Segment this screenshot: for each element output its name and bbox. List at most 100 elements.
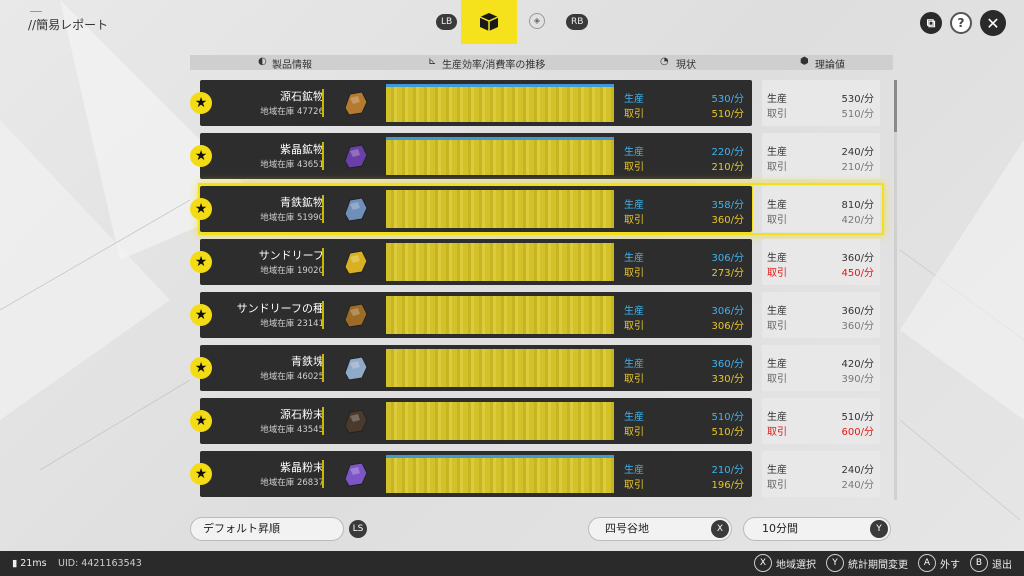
product-card[interactable]: サンドリーフの種 地域在庫 23141 生産 取引 306/分 306/分	[200, 292, 752, 338]
theory-produce-value: 510/分	[841, 412, 874, 423]
product-card[interactable]: 紫晶鉱物 地域在庫 43651 生産 取引 220/分 210/分	[200, 133, 752, 179]
item-icon	[344, 356, 368, 381]
theory-produce-label: 生産	[767, 412, 787, 423]
top-right-actions: ⧉ ? ✕	[920, 10, 1006, 36]
current-produce-label: 生産	[624, 94, 644, 105]
pie-icon: ◔	[660, 56, 669, 67]
product-name: サンドリーフの種	[236, 302, 324, 315]
theory-take-value: 600/分	[841, 427, 874, 438]
theory-produce-value: 420/分	[841, 359, 874, 370]
current-produce-value: 510/分	[711, 412, 744, 423]
theory-produce-value: 360/分	[841, 306, 874, 317]
period-selector[interactable]: 10分間 Y	[743, 517, 891, 541]
current-produce-label: 生産	[624, 412, 644, 423]
current-produce-value: 210/分	[711, 465, 744, 476]
scrollbar[interactable]	[894, 80, 897, 500]
current-take-value: 510/分	[711, 109, 744, 120]
ls-button[interactable]: LS	[349, 520, 367, 538]
star-icon[interactable]: ★	[190, 357, 212, 379]
col-theory: 理論値	[815, 60, 845, 71]
star-icon[interactable]: ★	[190, 145, 212, 167]
theory-produce-label: 生産	[767, 200, 787, 211]
hint-label: 統計期間変更	[848, 559, 908, 571]
table-row[interactable]: ★ 源石鉱物 地域在庫 47726 生産 取引 530/分 510/分 生産 取…	[190, 80, 890, 126]
y-button[interactable]: Y	[870, 520, 888, 538]
button-hints: X 地域選択 Y 統計期間変更 A 外す B 退出	[754, 554, 1012, 572]
table-row[interactable]: ★ 源石粉末 地域在庫 43545 生産 取引 510/分 510/分 生産 取…	[190, 398, 890, 444]
chart-icon: ⊾	[428, 56, 437, 67]
item-icon	[344, 91, 368, 116]
star-icon[interactable]: ★	[190, 198, 212, 220]
table-row[interactable]: ★ サンドリーフの種 地域在庫 23141 生産 取引 306/分 306/分 …	[190, 292, 890, 338]
current-produce-label: 生産	[624, 306, 644, 317]
page-title: //簡易レポート	[28, 18, 109, 32]
lb-button[interactable]: LB	[436, 14, 458, 30]
current-take-value: 196/分	[711, 480, 744, 491]
theory-take-value: 420/分	[841, 215, 874, 226]
box-icon: ⬢	[800, 56, 809, 67]
trend-chart	[386, 243, 614, 281]
theory-take-label: 取引	[767, 162, 787, 173]
period-label: 10分間	[762, 522, 798, 535]
current-take-label: 取引	[624, 321, 644, 332]
hint-y[interactable]: Y 統計期間変更	[826, 554, 908, 572]
product-card[interactable]: サンドリーフ 地域在庫 19020 生産 取引 306/分 273/分	[200, 239, 752, 285]
product-stock: 地域在庫 26837	[260, 478, 324, 488]
star-icon[interactable]: ★	[190, 92, 212, 114]
tab-other[interactable]: ◈	[529, 13, 545, 29]
hint-x[interactable]: X 地域選択	[754, 554, 816, 572]
theory-produce-value: 240/分	[841, 465, 874, 476]
product-card[interactable]: 青鉄鉱物 地域在庫 51990 生産 取引 358/分 360/分	[200, 186, 752, 232]
table-row[interactable]: ★ 青鉄塊 地域在庫 46025 生産 取引 360/分 330/分 生産 取引…	[190, 345, 890, 391]
product-card[interactable]: 紫晶粉末 地域在庫 26837 生産 取引 210/分 196/分	[200, 451, 752, 497]
window-icon[interactable]: ⧉	[920, 12, 942, 34]
scroll-thumb[interactable]	[894, 80, 897, 132]
current-produce-label: 生産	[624, 147, 644, 158]
region-selector[interactable]: 四号谷地 X	[588, 517, 732, 541]
product-name: 青鉄鉱物	[280, 196, 324, 209]
product-name: 源石粉末	[280, 408, 324, 421]
rb-button[interactable]: RB	[566, 14, 589, 30]
table-row[interactable]: ★ サンドリーフ 地域在庫 19020 生産 取引 306/分 273/分 生産…	[190, 239, 890, 285]
table-row[interactable]: ★ 青鉄鉱物 地域在庫 51990 生産 取引 358/分 360/分 生産 取…	[190, 183, 890, 235]
hint-label: 地域選択	[776, 559, 816, 571]
tab-report[interactable]	[461, 0, 517, 44]
star-icon[interactable]: ★	[190, 410, 212, 432]
hint-a[interactable]: A 外す	[918, 554, 960, 572]
x-button[interactable]: X	[711, 520, 729, 538]
trend-fill	[386, 137, 614, 140]
current-take-value: 330/分	[711, 374, 744, 385]
current-take-value: 306/分	[711, 321, 744, 332]
theory-take-value: 510/分	[841, 109, 874, 120]
ping-indicator: ▮ 21ms	[12, 558, 47, 569]
product-card[interactable]: 源石粉末 地域在庫 43545 生産 取引 510/分 510/分	[200, 398, 752, 444]
product-stock: 地域在庫 19020	[260, 266, 324, 276]
star-icon[interactable]: ★	[190, 251, 212, 273]
col-product: 製品情報	[272, 60, 312, 71]
trend-chart	[386, 190, 614, 228]
col-trend: 生産効率/消費率の推移	[442, 60, 546, 71]
help-icon[interactable]: ?	[950, 12, 972, 34]
region-label: 四号谷地	[605, 522, 649, 535]
hint-b[interactable]: B 退出	[970, 554, 1012, 572]
sort-selector[interactable]: デフォルト昇順	[190, 517, 344, 541]
current-produce-label: 生産	[624, 465, 644, 476]
star-icon[interactable]: ★	[190, 304, 212, 326]
theory-take-label: 取引	[767, 480, 787, 491]
current-produce-label: 生産	[624, 359, 644, 370]
product-card[interactable]: 青鉄塊 地域在庫 46025 生産 取引 360/分 330/分	[200, 345, 752, 391]
star-icon[interactable]: ★	[190, 463, 212, 485]
current-take-label: 取引	[624, 162, 644, 173]
product-card[interactable]: 源石鉱物 地域在庫 47726 生産 取引 530/分 510/分	[200, 80, 752, 126]
close-icon[interactable]: ✕	[980, 10, 1006, 36]
table-row[interactable]: ★ 紫晶粉末 地域在庫 26837 生産 取引 210/分 196/分 生産 取…	[190, 451, 890, 497]
col-product-icon: ◐	[258, 56, 267, 67]
trend-fill	[386, 455, 614, 458]
current-take-value: 273/分	[711, 268, 744, 279]
current-take-label: 取引	[624, 268, 644, 279]
item-icon	[344, 409, 368, 434]
theory-panel: 生産 取引 810/分 420/分	[762, 186, 880, 232]
table-row[interactable]: ★ 紫晶鉱物 地域在庫 43651 生産 取引 220/分 210/分 生産 取…	[190, 133, 890, 179]
trend-chart	[386, 349, 614, 387]
product-stock: 地域在庫 23141	[260, 319, 324, 329]
